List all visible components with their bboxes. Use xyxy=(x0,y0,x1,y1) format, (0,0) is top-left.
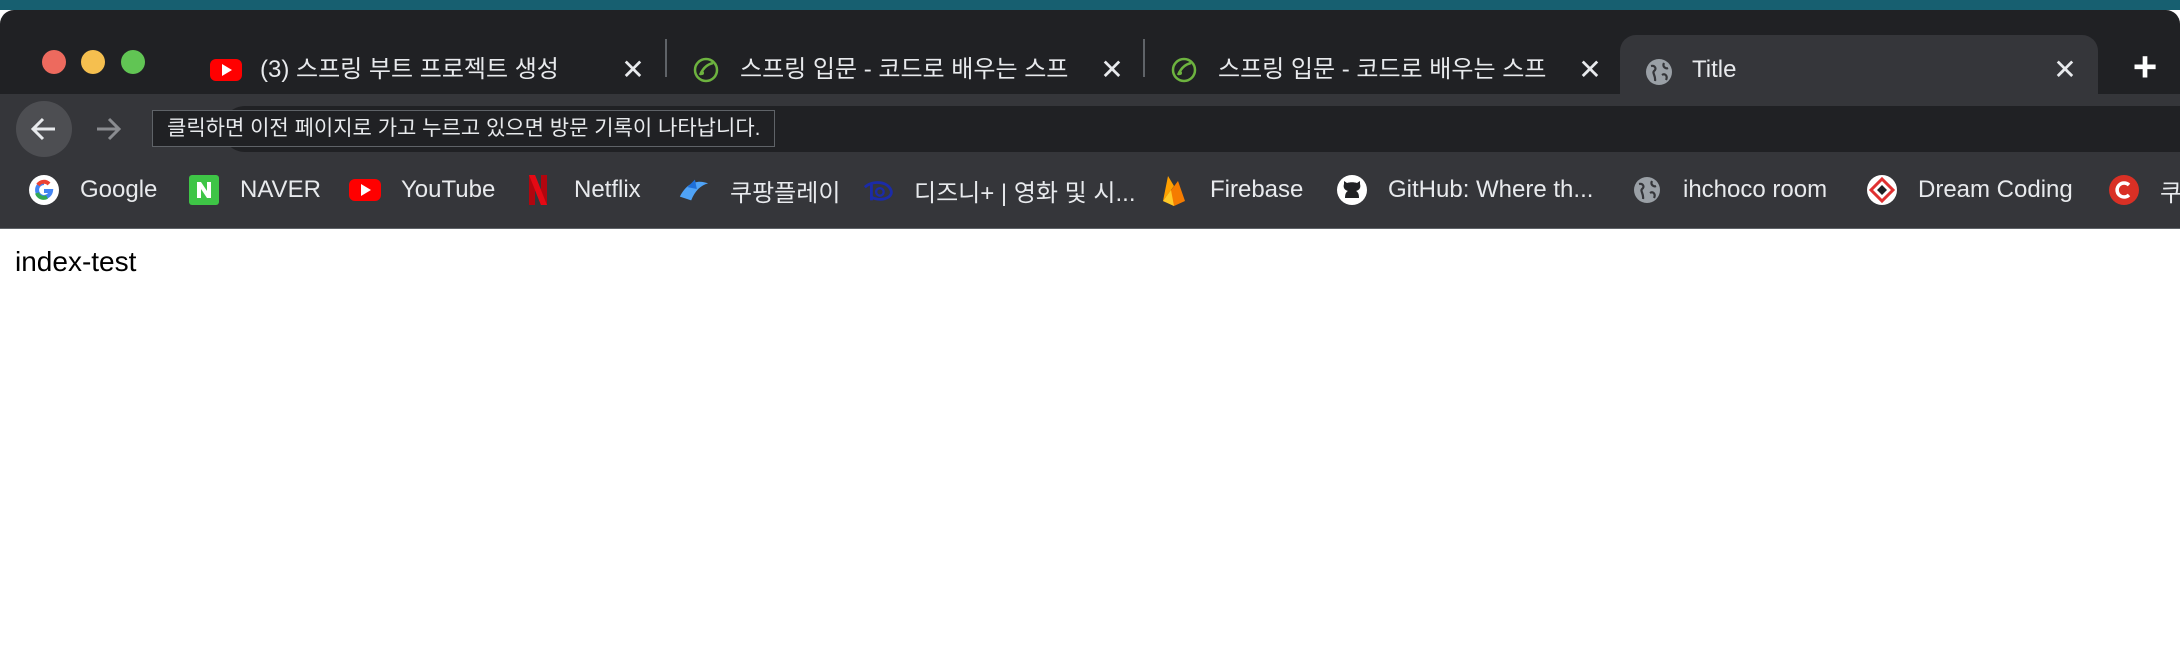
google-icon xyxy=(28,174,60,206)
tab-separator xyxy=(665,39,667,77)
bookmark-naver[interactable]: NAVER xyxy=(188,169,321,211)
bookmark-label: Dream Coding xyxy=(1918,176,2073,203)
bookmark-c[interactable]: 쿠 xyxy=(2108,169,2180,211)
desktop-background-strip xyxy=(0,0,2180,10)
bookmark-firebase[interactable]: Firebase xyxy=(1158,169,1303,211)
dream-coding-icon xyxy=(1866,174,1898,206)
back-button[interactable] xyxy=(16,101,72,157)
tab-close-icon[interactable]: ✕ xyxy=(1097,55,1127,85)
forward-button[interactable] xyxy=(80,101,136,157)
bookmark-youtube[interactable]: YouTube xyxy=(349,169,495,211)
tab-title: (3) 스프링 부트 프로젝트 생성 및 구조 xyxy=(260,56,560,83)
bookmark-dream-coding[interactable]: Dream Coding xyxy=(1866,169,2073,211)
bookmark-label: GitHub: Where th... xyxy=(1388,176,1594,203)
window-minimize-button[interactable] xyxy=(81,50,105,74)
globe-icon xyxy=(1644,57,1674,87)
bookmark-label: YouTube xyxy=(401,176,496,203)
back-button-tooltip: 클릭하면 이전 페이지로 가고 누르고 있으면 방문 기록이 나타납니다. xyxy=(152,110,776,147)
new-tab-button[interactable]: + xyxy=(2125,46,2165,88)
tab-close-icon[interactable]: ✕ xyxy=(618,55,648,85)
tab-separator xyxy=(1143,39,1145,77)
bookmark-label: 쿠팡플레이 xyxy=(730,179,841,207)
bookmark-coupang-play[interactable]: 쿠팡플레이 xyxy=(678,169,840,211)
disney-icon xyxy=(862,174,894,206)
bookmark-label: ihchoco room xyxy=(1683,176,1828,203)
spring-icon xyxy=(690,57,722,83)
tab-title: 스프링 입문 - 코드로 배우는 스프링 부트 xyxy=(740,56,1070,83)
window-maximize-button[interactable] xyxy=(121,50,145,74)
tab-title: Title xyxy=(1692,56,1737,83)
coupang-play-icon xyxy=(678,174,710,206)
tab-title: 스프링 입문 - 코드로 배우는 스프링 부트 xyxy=(1218,56,1548,83)
page-body-text: index-test xyxy=(15,246,137,277)
bookmark-github[interactable]: GitHub: Where th... xyxy=(1336,169,1593,211)
bookmark-label: 쿠 xyxy=(2160,179,2180,207)
bookmark-label: 디즈니+ | 영화 및 시... xyxy=(914,179,1136,207)
bookmark-label: Firebase xyxy=(1210,176,1304,203)
bookmark-disney[interactable]: 디즈니+ | 영화 및 시... xyxy=(862,169,1136,211)
github-icon xyxy=(1336,174,1368,206)
bookmark-label: Google xyxy=(80,176,158,203)
naver-icon xyxy=(188,174,220,206)
bookmark-label: NAVER xyxy=(240,176,321,203)
arrow-right-icon xyxy=(97,117,122,141)
bookmark-label: Netflix xyxy=(574,176,641,203)
globe-icon xyxy=(1631,174,1663,206)
youtube-icon xyxy=(349,174,381,206)
bookmark-netflix[interactable]: Netflix xyxy=(522,169,641,211)
firebase-icon xyxy=(1158,174,1190,206)
netflix-icon xyxy=(522,174,554,206)
tab-close-icon[interactable]: ✕ xyxy=(1575,55,1605,85)
c-icon xyxy=(2108,174,2140,206)
arrow-left-icon xyxy=(30,117,55,141)
youtube-icon xyxy=(210,57,242,83)
spring-icon xyxy=(1168,57,1200,83)
tab-strip: (3) 스프링 부트 프로젝트 생성 및 구조 ✕ 스프링 입문 - 코드로 배… xyxy=(0,10,2180,104)
tab-close-icon[interactable]: ✕ xyxy=(2050,55,2080,85)
bookmark-google[interactable]: Google xyxy=(28,169,157,211)
bookmarks-bar: Google NAVER YouTube Netflix 쿠팡플레이 디즈니+ … xyxy=(0,157,2180,229)
bookmark-ihchoco-room[interactable]: ihchoco room xyxy=(1631,169,1827,211)
window-close-button[interactable] xyxy=(42,50,66,74)
